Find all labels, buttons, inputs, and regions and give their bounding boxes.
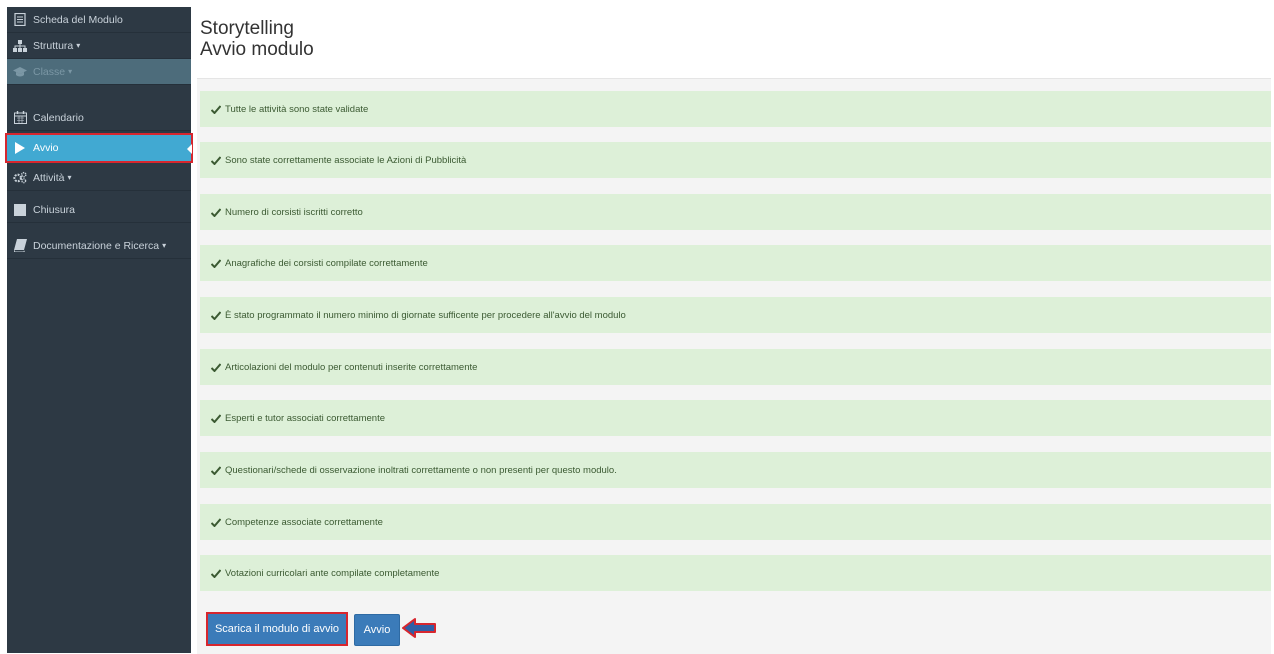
check-icon (211, 362, 222, 373)
check-icon (211, 465, 222, 476)
sidebar-item-label: Calendario (33, 111, 84, 124)
sidebar-item-scheda-modulo[interactable]: Scheda del Modulo (7, 7, 191, 33)
caret-down-icon: ▾ (162, 241, 167, 250)
check-text: Esperti e tutor associati correttamente (225, 412, 385, 424)
check-item: Articolazioni del modulo per contenuti i… (200, 349, 1271, 385)
sidebar-item-chiusura[interactable]: Chiusura (7, 197, 191, 223)
check-text: Sono state correttamente associate le Az… (225, 154, 467, 166)
caret-down-icon: ▾ (76, 41, 81, 50)
check-icon (211, 517, 222, 528)
play-icon (13, 141, 27, 155)
active-indicator (187, 144, 192, 154)
start-button[interactable]: Avvio (354, 614, 400, 646)
download-module-button[interactable]: Scarica il modulo di avvio (206, 612, 348, 646)
check-icon (211, 207, 222, 218)
check-item: È stato programmato il numero minimo di … (200, 297, 1271, 333)
check-item: Competenze associate correttamente (200, 504, 1271, 540)
sidebar-item-label: Avvio (33, 142, 59, 154)
sitemap-icon (13, 39, 27, 53)
check-item: Esperti e tutor associati correttamente (200, 400, 1271, 436)
check-text: Competenze associate correttamente (225, 516, 383, 528)
cogs-icon (13, 171, 27, 185)
sidebar-item-label: Classe (33, 65, 66, 78)
sidebar: Scheda del Modulo Struttura ▾ Classe ▾ C… (5, 7, 193, 653)
check-item: Anagrafiche dei corsisti compilate corre… (200, 245, 1271, 281)
check-item: Votazioni curricolari ante compilate com… (200, 555, 1271, 591)
square-icon (13, 203, 27, 217)
caret-down-icon: ▾ (68, 67, 73, 76)
document-icon (13, 13, 27, 27)
sidebar-item-label: Documentazione e Ricerca (33, 239, 160, 252)
page-title: Storytelling (200, 18, 294, 39)
sidebar-item-classe: Classe ▾ (7, 59, 191, 85)
sidebar-item-attivita[interactable]: Attività ▾ (7, 165, 191, 191)
caret-down-icon: ▾ (67, 173, 72, 182)
page-header: Storytelling Avvio modulo (200, 18, 314, 60)
check-item: Questionari/schede di osservazione inolt… (200, 452, 1271, 488)
sidebar-item-label: Chiusura (33, 203, 76, 216)
sidebar-item-calendario[interactable]: Calendario (7, 105, 191, 131)
check-text: Questionari/schede di osservazione inolt… (225, 464, 617, 476)
check-item: Sono state correttamente associate le Az… (200, 142, 1271, 178)
check-text: È stato programmato il numero minimo di … (225, 309, 626, 321)
check-text: Tutte le attività sono state validate (225, 103, 369, 115)
graduation-cap-icon (13, 65, 27, 79)
check-item: Numero di corsisti iscritti corretto (200, 194, 1271, 230)
check-icon (211, 413, 222, 424)
check-icon (211, 568, 222, 579)
check-icon (211, 310, 222, 321)
book-icon (13, 239, 27, 253)
calendar-icon (13, 111, 27, 125)
page-subtitle: Avvio modulo (200, 39, 314, 60)
sidebar-item-documentazione[interactable]: Documentazione e Ricerca ▾ (7, 233, 191, 259)
check-text: Anagrafiche dei corsisti compilate corre… (225, 257, 428, 269)
sidebar-item-label: Scheda del Modulo (33, 13, 123, 26)
sidebar-item-label: Attività (33, 171, 65, 184)
check-icon (211, 155, 222, 166)
sidebar-item-label: Struttura (33, 39, 74, 52)
check-text: Numero di corsisti iscritti corretto (225, 206, 363, 218)
check-icon (211, 104, 222, 115)
check-icon (211, 258, 222, 269)
check-text: Votazioni curricolari ante compilate com… (225, 567, 440, 579)
sidebar-item-struttura[interactable]: Struttura ▾ (7, 33, 191, 59)
check-text: Articolazioni del modulo per contenuti i… (225, 361, 478, 373)
check-item: Tutte le attività sono state validate (200, 91, 1271, 127)
arrow-left-icon (402, 617, 436, 639)
sidebar-item-avvio[interactable]: Avvio (5, 133, 193, 163)
